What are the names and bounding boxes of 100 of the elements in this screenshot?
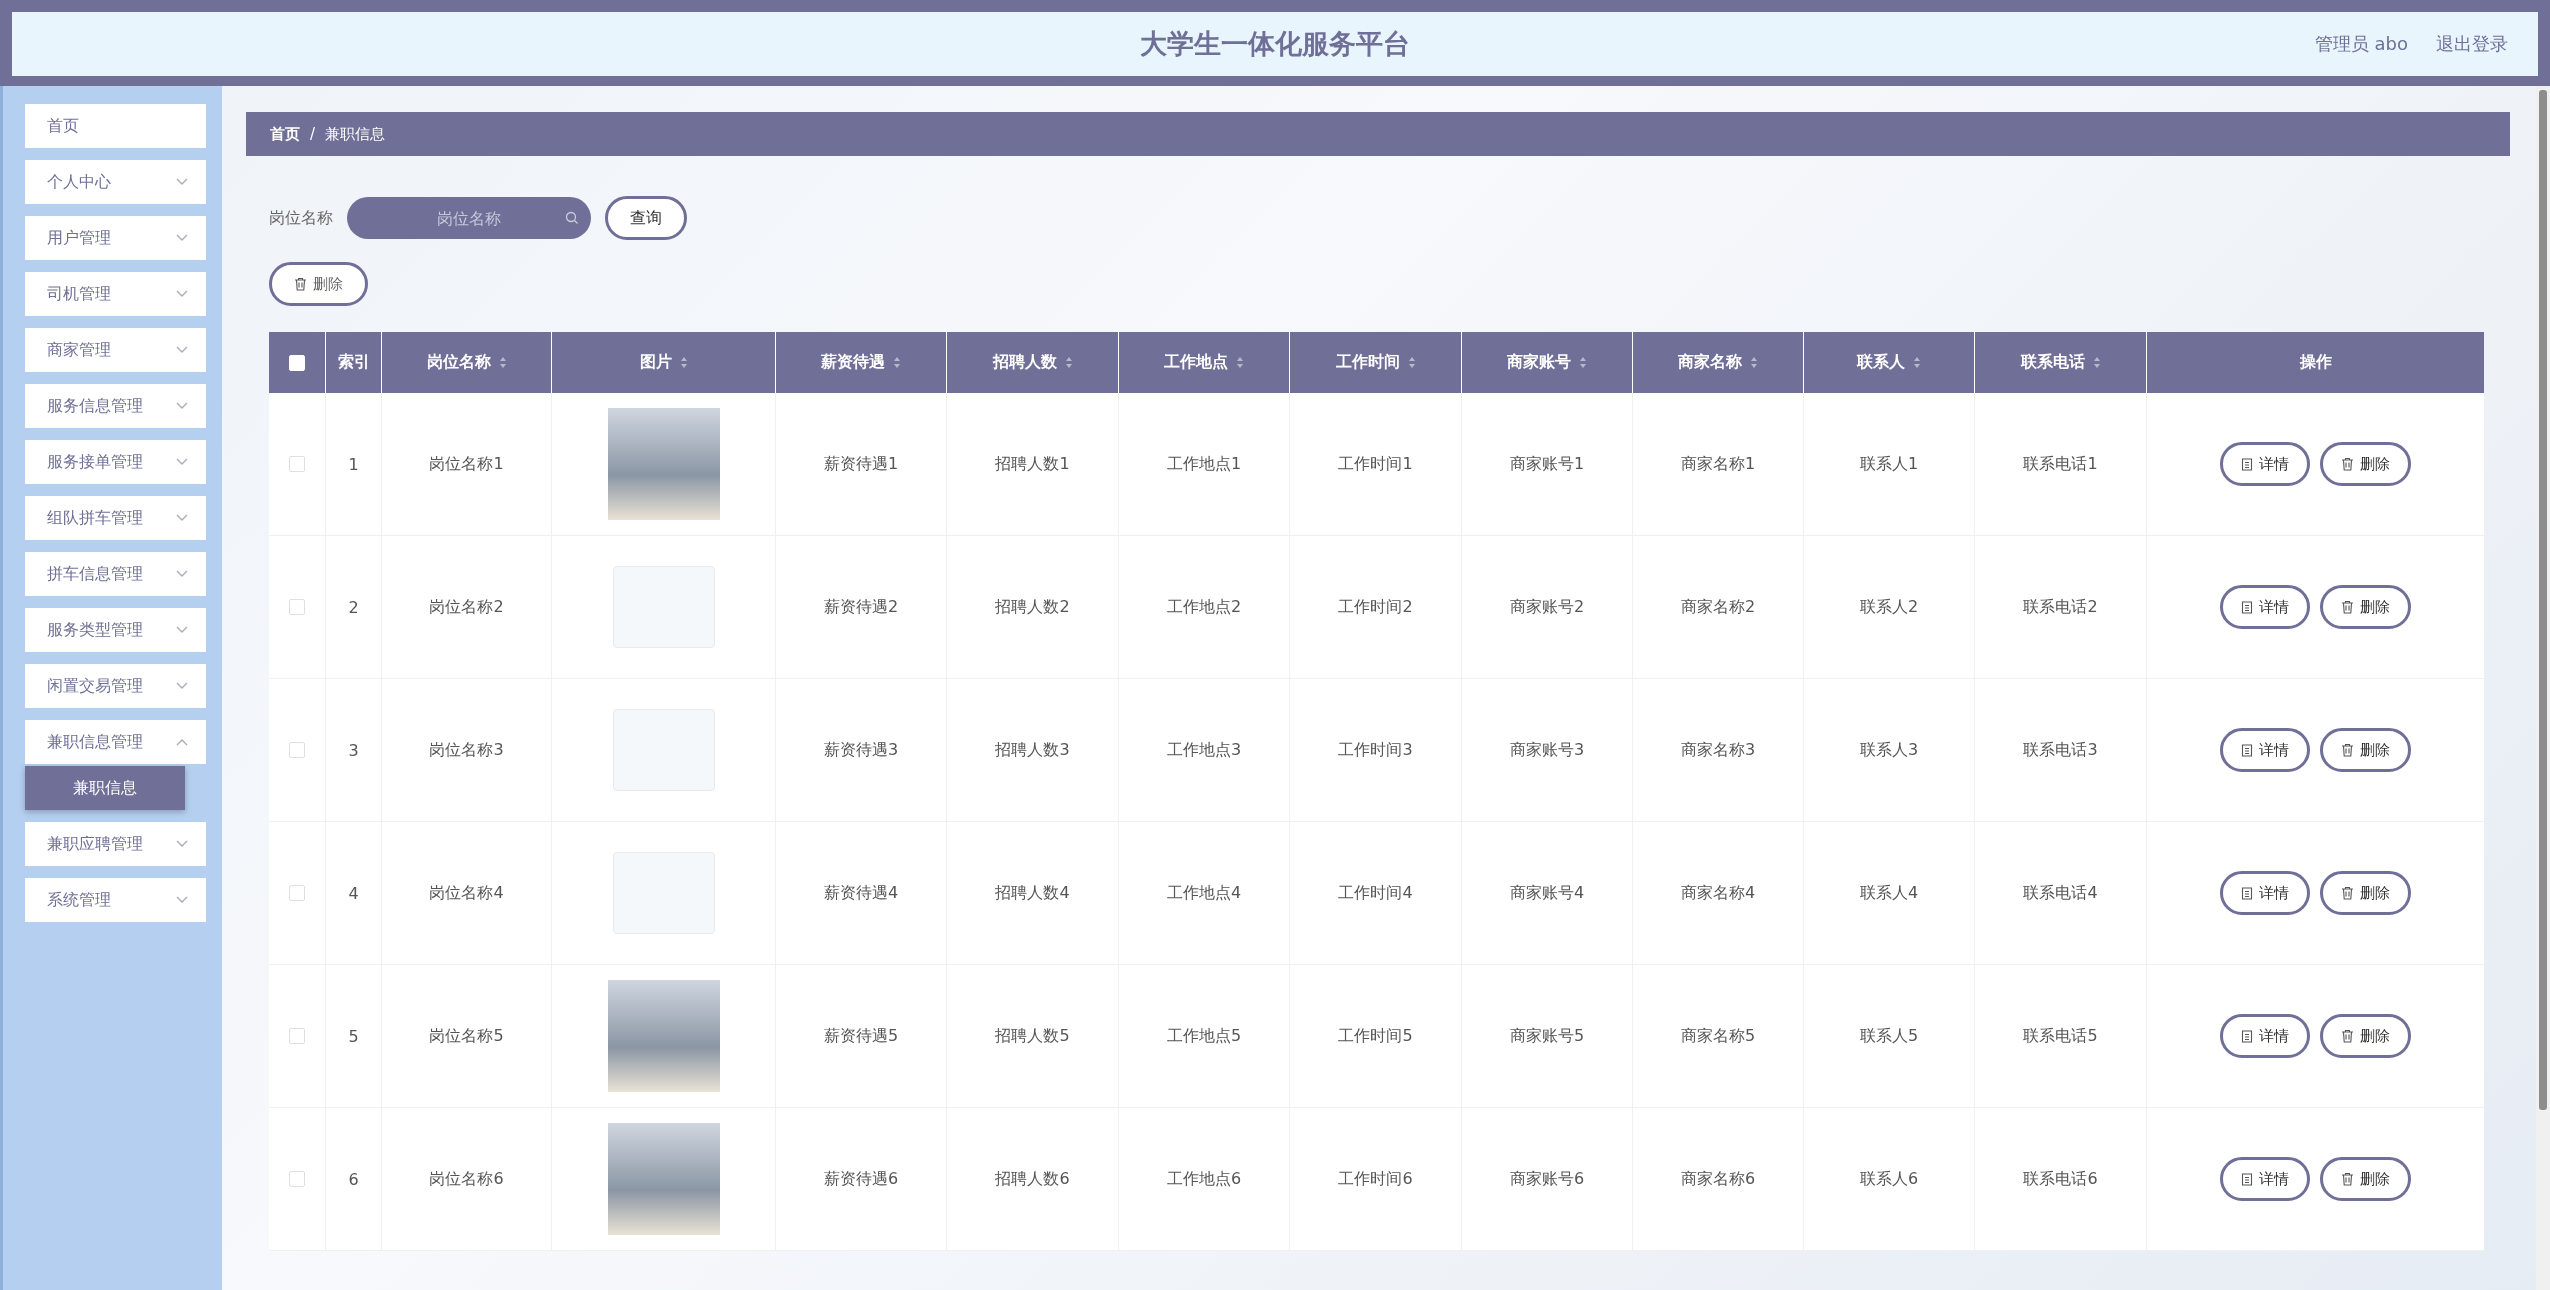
document-icon: [2241, 743, 2253, 757]
sort-icon: [1236, 356, 1244, 369]
row-checkbox[interactable]: [289, 599, 305, 615]
app-title: 大学生一体化服务平台: [1140, 27, 1410, 61]
column-header[interactable]: 薪资待遇: [776, 332, 947, 393]
sort-icon: [1913, 356, 1921, 369]
table-cell: 3: [348, 740, 359, 760]
column-header[interactable]: 商家账号: [1462, 332, 1633, 393]
sidebar-item[interactable]: 拼车信息管理: [25, 552, 206, 596]
trash-icon: [2341, 457, 2354, 471]
row-checkbox[interactable]: [289, 885, 305, 901]
table-cell: 工作地点5: [1166, 1025, 1242, 1047]
sort-icon: [498, 356, 507, 369]
details-button[interactable]: 详情: [2220, 1014, 2310, 1058]
sidebar-item[interactable]: 司机管理: [25, 272, 206, 316]
table-cell: 薪资待遇3: [823, 739, 899, 761]
column-header[interactable]: 工作时间: [1290, 332, 1462, 393]
table-cell: 联系人1: [1859, 453, 1919, 475]
table-cell: 商家名称3: [1680, 739, 1756, 761]
table-cell: 工作地点6: [1166, 1168, 1242, 1190]
delete-button[interactable]: 删除: [2320, 728, 2411, 772]
details-button[interactable]: 详情: [2220, 585, 2310, 629]
table-cell: 薪资待遇5: [823, 1025, 899, 1047]
column-header[interactable]: 商家名称: [1633, 332, 1804, 393]
table-cell: 联系人5: [1859, 1025, 1919, 1047]
table-cell: 商家账号1: [1509, 453, 1585, 475]
search-field[interactable]: 岗位名称: [347, 197, 591, 239]
sidebar-item[interactable]: 首页: [25, 104, 206, 148]
column-header[interactable]: 联系电话: [1975, 332, 2147, 393]
query-button[interactable]: 查询: [605, 196, 687, 240]
row-checkbox[interactable]: [289, 742, 305, 758]
table-cell: 招聘人数6: [995, 1168, 1070, 1190]
scrollbar[interactable]: [2536, 86, 2550, 1290]
table-cell: 商家名称5: [1680, 1025, 1756, 1047]
breadcrumb-separator: /: [310, 125, 316, 143]
sidebar-item[interactable]: 个人中心: [25, 160, 206, 204]
table-cell: 联系电话1: [2023, 453, 2098, 475]
sidebar-item[interactable]: 闲置交易管理: [25, 664, 206, 708]
column-header[interactable]: 联系人: [1804, 332, 1975, 393]
table-cell: 2: [348, 597, 359, 617]
table-cell: 商家名称2: [1680, 596, 1756, 618]
document-icon: [2241, 1172, 2253, 1186]
table-cell: 商家账号5: [1509, 1025, 1585, 1047]
table-cell: 商家账号4: [1509, 882, 1585, 904]
sidebar-item[interactable]: 服务信息管理: [25, 384, 206, 428]
sidebar-item[interactable]: 组队拼车管理: [25, 496, 206, 540]
search-icon: [565, 211, 579, 225]
sort-icon: [1064, 356, 1073, 369]
table-cell: 5: [348, 1026, 359, 1046]
row-checkbox[interactable]: [289, 1028, 305, 1044]
table-cell: 薪资待遇4: [823, 882, 899, 904]
table-cell: 工作地点3: [1166, 739, 1242, 761]
table-cell: 工作时间3: [1338, 739, 1413, 761]
trash-icon: [2341, 886, 2354, 900]
table-cell: 薪资待遇6: [823, 1168, 899, 1190]
column-header[interactable]: 工作地点: [1119, 332, 1290, 393]
select-all-checkbox[interactable]: [289, 354, 305, 371]
sidebar-item[interactable]: 兼职应聘管理: [25, 822, 206, 866]
column-header[interactable]: 操作: [2147, 332, 2484, 393]
table-cell: 招聘人数2: [995, 596, 1070, 618]
logout-link[interactable]: 退出登录: [2436, 32, 2508, 56]
details-button[interactable]: 详情: [2220, 1157, 2310, 1201]
table-cell: 联系电话6: [2023, 1168, 2098, 1190]
table-cell: 薪资待遇2: [823, 596, 899, 618]
breadcrumb-link[interactable]: 首页: [270, 124, 300, 144]
sort-icon: [1579, 356, 1587, 369]
table-cell: 工作时间4: [1338, 882, 1413, 904]
table-cell: 联系电话2: [2023, 596, 2098, 618]
document-icon: [2241, 886, 2253, 900]
column-header[interactable]: 索引: [326, 332, 382, 393]
table-cell: 岗位名称5: [429, 1025, 504, 1047]
row-checkbox[interactable]: [289, 456, 305, 472]
details-button[interactable]: 详情: [2220, 728, 2310, 772]
table-cell: 工作时间1: [1338, 453, 1413, 475]
table-cell: 4: [348, 883, 359, 903]
sidebar-item[interactable]: 服务类型管理: [25, 608, 206, 652]
sidebar-item[interactable]: 系统管理: [25, 878, 206, 922]
column-header[interactable]: 招聘人数: [947, 332, 1119, 393]
sidebar-item[interactable]: 商家管理: [25, 328, 206, 372]
row-checkbox[interactable]: [289, 1171, 305, 1187]
delete-button[interactable]: 删除: [2320, 1157, 2411, 1201]
column-header[interactable]: 岗位名称: [382, 332, 552, 393]
table-cell: 联系人2: [1859, 596, 1919, 618]
delete-button[interactable]: 删除: [2320, 442, 2411, 486]
delete-button[interactable]: 删除: [2320, 585, 2411, 629]
sidebar-item[interactable]: 兼职信息管理: [25, 720, 206, 764]
column-header[interactable]: 图片: [552, 332, 776, 393]
sidebar-item[interactable]: 用户管理: [25, 216, 206, 260]
delete-button[interactable]: 删除: [2320, 871, 2411, 915]
sidebar-subitem[interactable]: 兼职信息: [25, 766, 185, 810]
table-cell: 商家账号6: [1509, 1168, 1585, 1190]
details-button[interactable]: 详情: [2220, 442, 2310, 486]
table-cell: 商家名称6: [1680, 1168, 1756, 1190]
delete-button[interactable]: 删除: [269, 262, 368, 306]
details-button[interactable]: 详情: [2220, 871, 2310, 915]
table-cell: 岗位名称3: [429, 739, 504, 761]
sidebar-item[interactable]: 服务接单管理: [25, 440, 206, 484]
table-cell: 联系电话5: [2023, 1025, 2098, 1047]
delete-button[interactable]: 删除: [2320, 1014, 2411, 1058]
table-cell: 岗位名称6: [429, 1168, 504, 1190]
